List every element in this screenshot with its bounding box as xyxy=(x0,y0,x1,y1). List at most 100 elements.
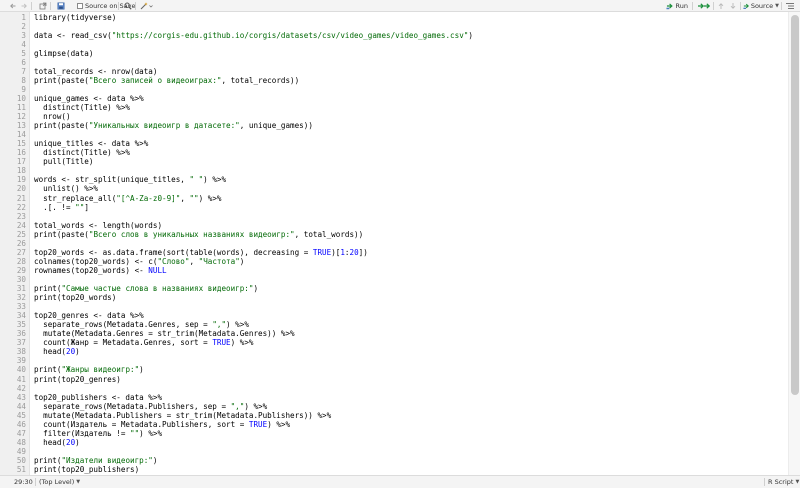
line-number: 38 xyxy=(16,347,26,357)
code-line[interactable]: head(20) xyxy=(34,438,80,447)
chevron-down-icon: ▼ xyxy=(76,479,81,485)
code-token: print( xyxy=(34,365,62,375)
code-line[interactable]: print(top20_genres) xyxy=(34,375,121,384)
line-number: 41 xyxy=(16,374,26,384)
code-line[interactable]: print(paste("Уникальных видеоигр в датас… xyxy=(34,121,313,130)
editor-toolbar: Source on Save Run Source ▼ xyxy=(0,0,800,12)
save-icon[interactable] xyxy=(56,1,65,11)
code-line[interactable]: distinct(Title) %>% xyxy=(34,103,130,112)
rerun-button[interactable] xyxy=(696,1,710,11)
code-line[interactable]: mutate(Metadata.Genres = str_trim(Metada… xyxy=(34,329,294,338)
code-line[interactable]: count(Издатель = Metadata.Publishers, so… xyxy=(34,420,290,429)
code-line[interactable]: mutate(Metadata.Publishers = str_trim(Me… xyxy=(34,411,331,420)
code-line[interactable]: print("Жанры видеоигр:") xyxy=(34,365,144,374)
code-line[interactable]: colnames(top20_words) <- c("Слово", "Час… xyxy=(34,257,244,266)
code-token: print(top20_publishers) xyxy=(34,465,140,474)
code-token-kw: TRUE xyxy=(312,247,332,257)
line-number: 40 xyxy=(16,365,26,375)
code-line[interactable]: total_records <- nrow(data) xyxy=(34,67,157,76)
code-token: ) %>% xyxy=(244,401,268,411)
code-line[interactable]: glimpse(data) xyxy=(34,49,93,58)
source-on-save-checkbox[interactable] xyxy=(77,3,83,9)
code-line[interactable]: unlist() %>% xyxy=(34,184,98,193)
code-line[interactable]: pull(Title) xyxy=(34,157,93,166)
forward-arrow-icon[interactable] xyxy=(19,1,28,11)
status-bar: 29:30 (Top Level) ▼ R Script ▼ xyxy=(0,475,800,488)
line-number: 45 xyxy=(16,410,26,420)
code-line[interactable]: words <- str_split(unique_titles, " ") %… xyxy=(34,175,226,184)
code-line[interactable]: distinct(Title) %>% xyxy=(34,148,130,157)
outline-icon[interactable] xyxy=(784,1,796,11)
code-line[interactable]: .[. != ""] xyxy=(34,203,89,212)
code-token-str: "Жанры видеоигр:" xyxy=(61,365,140,375)
code-line[interactable]: library(tidyverse) xyxy=(34,13,116,22)
code-token-num: 20 xyxy=(66,347,76,357)
code-line[interactable]: nrow() xyxy=(34,112,70,121)
line-number: 29 xyxy=(16,265,26,275)
code-line[interactable]: separate_rows(Metadata.Publishers, sep =… xyxy=(34,402,267,411)
code-token-str: "Всего слов в уникальных названиях видео… xyxy=(88,229,295,239)
status-divider xyxy=(35,478,36,486)
code-line[interactable]: print(paste("Всего слов в уникальных наз… xyxy=(34,230,363,239)
scrollbar-thumb[interactable] xyxy=(791,15,799,395)
code-line[interactable]: rownames(top20_words) <- NULL xyxy=(34,266,167,275)
code-line[interactable]: head(20) xyxy=(34,347,80,356)
line-number: 6 xyxy=(21,57,26,67)
line-number: 10 xyxy=(16,93,26,103)
code-token-kw: TRUE xyxy=(248,419,268,429)
code-line[interactable]: print("Самые частые слова в названиях ви… xyxy=(34,284,258,293)
line-number: 14 xyxy=(16,130,26,140)
code-token: , total_words)) xyxy=(294,229,364,239)
code-line[interactable]: data <- read_csv("https://corgis-edu.git… xyxy=(34,31,473,40)
code-token-str: "Самые частые слова в названиях видеоигр… xyxy=(61,284,254,293)
show-in-window-icon[interactable] xyxy=(38,1,47,11)
code-token: count(Издатель = Metadata.Publishers, so… xyxy=(34,419,249,429)
code-line[interactable]: top20_words <- as.data.frame(sort(table(… xyxy=(34,248,368,257)
line-number: 21 xyxy=(16,193,26,203)
code-token: distinct(Title) %>% xyxy=(34,148,131,158)
vertical-scrollbar[interactable] xyxy=(788,12,800,475)
code-line[interactable]: separate_rows(Metadata.Genres, sep = ","… xyxy=(34,320,249,329)
line-number: 34 xyxy=(16,311,26,321)
back-arrow-icon[interactable] xyxy=(8,1,17,11)
file-type-selector[interactable]: R Script ▼ xyxy=(768,476,799,488)
line-number: 46 xyxy=(16,419,26,429)
scope-selector[interactable]: (Top Level) ▼ xyxy=(39,476,80,488)
line-number: 17 xyxy=(16,157,26,167)
code-token: ) xyxy=(239,256,245,266)
toolbar-divider xyxy=(135,2,136,10)
line-number: 23 xyxy=(16,211,26,221)
code-line[interactable]: unique_games <- data %>% xyxy=(34,94,144,103)
code-editor[interactable]: 1 2 3 4 5 6 7 8 9 10 11 12 13 14 15 16 17 18 19 20 21 22 23 24 2… xyxy=(0,12,800,488)
code-line[interactable]: total_words <- length(words) xyxy=(34,221,162,230)
toolbar-divider xyxy=(740,2,741,10)
code-token: , xyxy=(189,256,199,266)
line-number: 25 xyxy=(16,229,26,239)
source-button[interactable]: Source ▼ xyxy=(743,1,779,11)
code-line[interactable]: str_replace_all("[^A-Za-z0-9]", "") %>% xyxy=(34,194,221,203)
up-arrow-icon[interactable] xyxy=(716,1,725,11)
toolbar-divider xyxy=(50,2,51,10)
line-number: 48 xyxy=(16,437,26,447)
code-token: unique_titles <- data %>% xyxy=(34,139,149,149)
code-line[interactable]: print(top20_publishers) xyxy=(34,465,139,474)
run-button[interactable]: Run xyxy=(666,1,688,11)
code-line[interactable]: print(paste("Всего записей о видеоиграх:… xyxy=(34,76,299,85)
down-arrow-icon[interactable] xyxy=(728,1,737,11)
line-number: 39 xyxy=(16,356,26,366)
code-token-str: "" xyxy=(130,428,140,438)
code-line[interactable]: filter(Издатель != "") %>% xyxy=(34,429,162,438)
code-line[interactable]: top20_publishers <- data %>% xyxy=(34,393,162,402)
code-line[interactable]: unique_titles <- data %>% xyxy=(34,139,148,148)
code-line[interactable]: top20_genres <- data %>% xyxy=(34,311,144,320)
code-token: print( xyxy=(34,284,62,293)
code-token: unique_games <- data %>% xyxy=(34,93,144,103)
search-icon[interactable] xyxy=(123,1,132,11)
code-line[interactable]: print(top20_words) xyxy=(34,293,116,302)
code-line[interactable]: count(Жанр = Metadata.Genres, sort = TRU… xyxy=(34,338,253,347)
code-line[interactable]: print("Издатели видеоигр:") xyxy=(34,456,157,465)
line-number: 22 xyxy=(16,202,26,212)
code-token: words <- str_split(unique_titles, xyxy=(34,175,190,185)
wand-icon[interactable] xyxy=(139,1,153,11)
code-token-str: "," xyxy=(212,320,227,330)
